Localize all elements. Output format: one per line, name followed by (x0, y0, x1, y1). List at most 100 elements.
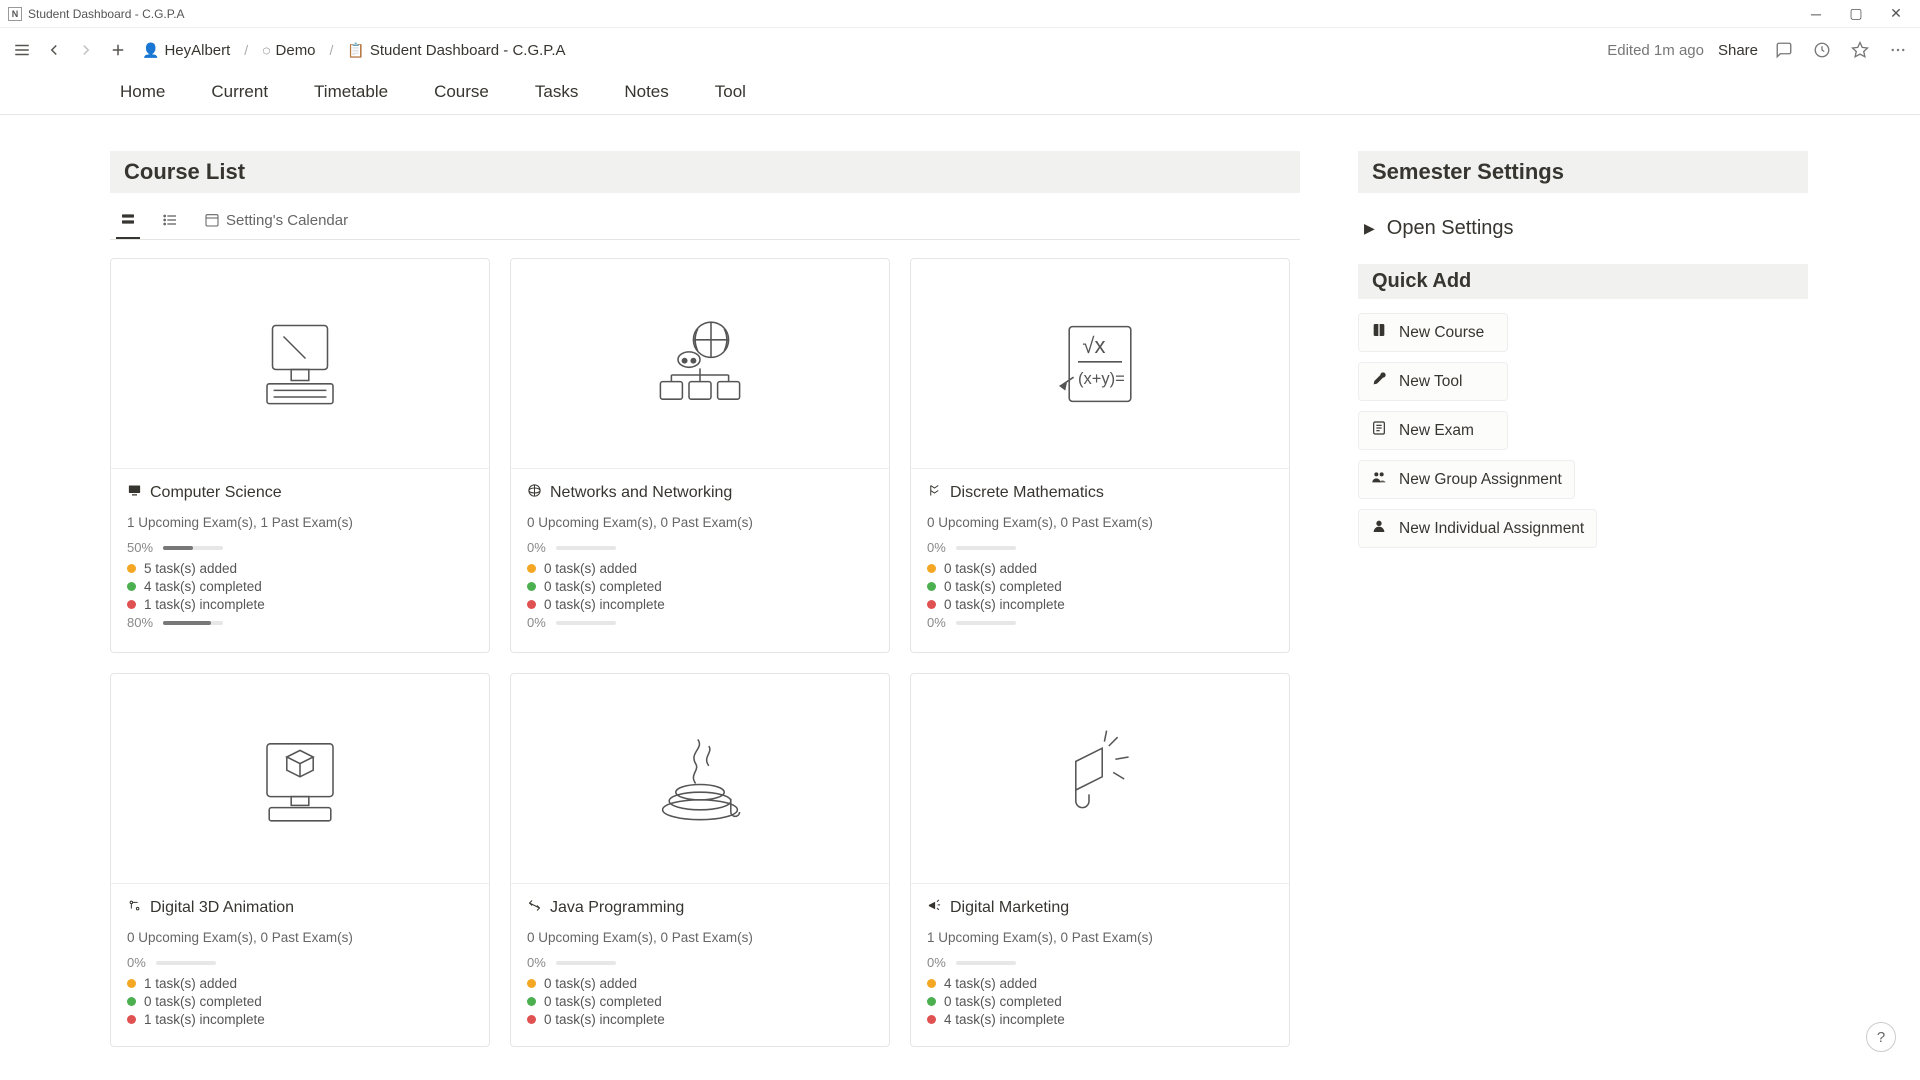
tasks-added: 0 task(s) added (544, 561, 637, 576)
quick-add-new-group-assignment[interactable]: New Group Assignment (1358, 460, 1575, 499)
course-card[interactable]: Networks and Networking 0 Upcoming Exam(… (510, 258, 890, 653)
progress-row-2: 80% (127, 615, 473, 630)
course-list-title: Course List (110, 151, 1300, 193)
minimize-button[interactable]: ─ (1808, 6, 1824, 22)
quick-label: New Course (1399, 324, 1484, 342)
tasks-added: 1 task(s) added (144, 976, 237, 991)
exam-summary: 0 Upcoming Exam(s), 0 Past Exam(s) (927, 515, 1273, 530)
quick-add-new-tool[interactable]: New Tool (1358, 362, 1508, 401)
user-avatar-icon: 👤 (142, 42, 159, 59)
dot-incomplete-icon (127, 600, 136, 609)
progress-bar (556, 961, 616, 965)
app-icon: N (8, 7, 22, 21)
progress-row-2: 0% (527, 615, 873, 630)
loading-icon: ◌ (262, 42, 270, 58)
view-list[interactable] (158, 204, 182, 238)
course-illustration (911, 674, 1289, 884)
tab-course[interactable]: Course (434, 74, 489, 114)
svg-text:(x+y)=: (x+y)= (1078, 369, 1125, 387)
close-button[interactable]: ✕ (1888, 6, 1904, 22)
breadcrumb-label: Student Dashboard - C.G.P.A (370, 42, 566, 59)
star-icon[interactable] (1848, 38, 1872, 62)
tasks-completed: 0 task(s) completed (944, 994, 1062, 1009)
new-page-icon[interactable] (106, 38, 130, 62)
maximize-button[interactable]: ▢ (1848, 6, 1864, 22)
view-gallery[interactable] (116, 203, 140, 239)
course-type-icon (127, 483, 142, 503)
tasks-incomplete: 0 task(s) incomplete (544, 1012, 665, 1027)
dot-incomplete-icon (527, 1015, 536, 1024)
exam-summary: 0 Upcoming Exam(s), 0 Past Exam(s) (527, 515, 873, 530)
course-illustration (111, 674, 489, 884)
dot-added-icon (127, 979, 136, 988)
progress-label: 0% (527, 615, 546, 630)
open-settings-toggle[interactable]: ▶ Open Settings (1358, 209, 1808, 264)
tasks-completed: 0 task(s) completed (944, 579, 1062, 594)
tasks-added: 5 task(s) added (144, 561, 237, 576)
course-card[interactable]: Digital 3D Animation 0 Upcoming Exam(s),… (110, 673, 490, 1047)
dot-completed-icon (127, 997, 136, 1006)
progress-row-1: 0% (527, 540, 873, 555)
dot-completed-icon (527, 997, 536, 1006)
progress-row-1: 0% (927, 540, 1273, 555)
quick-add-title: Quick Add (1358, 264, 1808, 299)
breadcrumb-demo[interactable]: ◌ Demo (258, 40, 319, 61)
course-card[interactable]: √x (x+y)= Discrete Mathematics 0 Upcoming… (910, 258, 1290, 653)
help-button[interactable]: ? (1866, 1022, 1896, 1052)
quick-add-new-course[interactable]: New Course (1358, 313, 1508, 352)
course-illustration (511, 259, 889, 469)
tab-current[interactable]: Current (211, 74, 268, 114)
course-type-icon (127, 898, 142, 918)
clock-icon[interactable] (1810, 38, 1834, 62)
breadcrumb-page[interactable]: 📋 Student Dashboard - C.G.P.A (343, 40, 569, 61)
more-icon[interactable] (1886, 38, 1910, 62)
course-name: Networks and Networking (550, 484, 732, 502)
triangle-right-icon: ▶ (1364, 220, 1375, 237)
breadcrumb-heyalbert[interactable]: 👤 HeyAlbert (138, 40, 234, 61)
quick-icon (1371, 420, 1387, 441)
breadcrumb-separator: / (244, 42, 248, 58)
breadcrumb-label: Demo (276, 42, 316, 59)
svg-text:√x: √x (1082, 333, 1105, 358)
tab-notes[interactable]: Notes (624, 74, 668, 114)
tab-timetable[interactable]: Timetable (314, 74, 388, 114)
dot-incomplete-icon (127, 1015, 136, 1024)
progress-row-1: 0% (127, 955, 473, 970)
forward-icon[interactable] (74, 38, 98, 62)
tasks-added: 0 task(s) added (944, 561, 1037, 576)
tasks-incomplete: 0 task(s) incomplete (944, 597, 1065, 612)
tasks-incomplete: 1 task(s) incomplete (144, 1012, 265, 1027)
view-calendar-label: Setting's Calendar (226, 212, 348, 229)
dot-completed-icon (927, 582, 936, 591)
quick-label: New Individual Assignment (1399, 520, 1584, 538)
course-card[interactable]: Computer Science 1 Upcoming Exam(s), 1 P… (110, 258, 490, 653)
course-card[interactable]: Java Programming 0 Upcoming Exam(s), 0 P… (510, 673, 890, 1047)
dot-incomplete-icon (927, 1015, 936, 1024)
progress-label: 80% (127, 615, 153, 630)
course-card[interactable]: Digital Marketing 1 Upcoming Exam(s), 0 … (910, 673, 1290, 1047)
progress-label: 0% (527, 955, 546, 970)
tab-home[interactable]: Home (120, 74, 165, 114)
course-type-icon (927, 483, 942, 503)
comments-icon[interactable] (1772, 38, 1796, 62)
quick-add-new-exam[interactable]: New Exam (1358, 411, 1508, 450)
progress-bar (163, 546, 223, 550)
back-icon[interactable] (42, 38, 66, 62)
quick-add-new-individual-assignment[interactable]: New Individual Assignment (1358, 509, 1597, 548)
course-name: Digital Marketing (950, 899, 1069, 917)
view-calendar[interactable]: Setting's Calendar (200, 204, 352, 239)
tasks-completed: 0 task(s) completed (544, 994, 662, 1009)
quick-icon (1371, 322, 1387, 343)
breadcrumb-separator: / (330, 42, 334, 58)
course-name: Discrete Mathematics (950, 484, 1104, 502)
tab-tool[interactable]: Tool (715, 74, 746, 114)
hamburger-icon[interactable] (10, 38, 34, 62)
tab-tasks[interactable]: Tasks (535, 74, 578, 114)
page-tabs: Home Current Timetable Course Tasks Note… (0, 72, 1920, 115)
quick-label: New Tool (1399, 373, 1462, 391)
tasks-completed: 4 task(s) completed (144, 579, 262, 594)
edited-label: Edited 1m ago (1607, 42, 1704, 59)
share-button[interactable]: Share (1718, 42, 1758, 59)
progress-bar (156, 961, 216, 965)
exam-summary: 1 Upcoming Exam(s), 1 Past Exam(s) (127, 515, 473, 530)
